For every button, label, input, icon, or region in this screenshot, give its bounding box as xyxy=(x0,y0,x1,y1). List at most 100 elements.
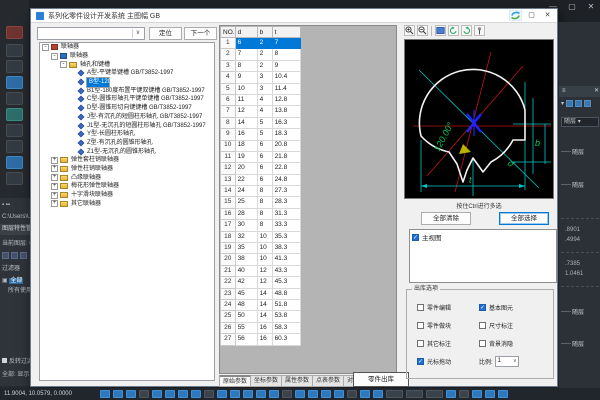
row-number-cell[interactable]: 20 xyxy=(221,254,236,265)
data-cell[interactable]: 42 xyxy=(235,277,257,288)
table-row[interactable]: 1525828.3 xyxy=(221,197,301,208)
preview-image-icon[interactable] xyxy=(435,25,446,36)
data-cell[interactable]: 9 xyxy=(272,60,300,71)
data-cell[interactable]: 8 xyxy=(257,220,272,231)
row-number-cell[interactable]: 13 xyxy=(221,174,236,185)
data-cell[interactable]: 22 xyxy=(235,174,257,185)
table-row[interactable]: 1322624.8 xyxy=(221,174,301,185)
data-cell[interactable]: 18 xyxy=(235,140,257,151)
export-part-button[interactable]: 零件出库 xyxy=(353,372,409,387)
data-cell[interactable]: 12 xyxy=(257,265,272,276)
status-toggle-button[interactable] xyxy=(498,390,508,398)
data-cell[interactable]: 16 xyxy=(235,129,257,140)
data-cell[interactable]: 13.8 xyxy=(272,106,300,117)
status-toggle-button[interactable] xyxy=(485,390,495,398)
row-number-cell[interactable]: 22 xyxy=(221,277,236,288)
status-toggle-button[interactable] xyxy=(360,390,370,398)
status-wide-button[interactable] xyxy=(426,390,443,398)
tool-icon[interactable] xyxy=(6,156,23,169)
tree-expand-toggle[interactable]: + xyxy=(51,174,58,181)
locate-button[interactable]: 定位 xyxy=(149,27,182,40)
set-current-icon[interactable] xyxy=(20,252,27,259)
status-toggle-button[interactable] xyxy=(243,390,253,398)
table-row[interactable]: 24481451.8 xyxy=(221,299,301,310)
chevron-down-icon[interactable]: ∨ xyxy=(132,29,143,38)
parameter-tab[interactable]: 点表参数 xyxy=(313,375,344,387)
data-cell[interactable]: 30 xyxy=(235,220,257,231)
data-cell[interactable]: 6 xyxy=(257,151,272,162)
status-toggle-button[interactable] xyxy=(113,390,123,398)
parameter-tab[interactable]: 坐标参数 xyxy=(251,375,282,387)
data-cell[interactable]: 35.3 xyxy=(272,231,300,242)
status-toggle-button[interactable] xyxy=(321,390,331,398)
tool-icon[interactable] xyxy=(6,76,23,89)
row-number-cell[interactable]: 6 xyxy=(221,94,236,105)
tree-expand-toggle[interactable]: - xyxy=(60,61,67,68)
status-toggle-button[interactable] xyxy=(334,390,344,398)
data-cell[interactable]: 3 xyxy=(257,83,272,94)
data-cell[interactable]: 2 xyxy=(257,38,272,49)
bylayer-row[interactable]: 随层 xyxy=(561,150,600,156)
data-cell[interactable]: 31.3 xyxy=(272,208,300,219)
tree-item[interactable]: -轴孔和键槽 xyxy=(40,60,214,69)
tool-icon[interactable] xyxy=(6,140,23,153)
row-number-cell[interactable]: 15 xyxy=(221,197,236,208)
data-cell[interactable]: 8 xyxy=(235,60,257,71)
row-number-cell[interactable]: 17 xyxy=(221,220,236,231)
row-number-cell[interactable]: 7 xyxy=(221,106,236,117)
data-cell[interactable]: 6 xyxy=(257,174,272,185)
data-cell[interactable]: 6 xyxy=(257,163,272,174)
checkbox-icon[interactable] xyxy=(417,340,424,347)
tree-item[interactable]: +凸缘联轴器 xyxy=(40,173,214,182)
table-row[interactable]: 22421245.3 xyxy=(221,277,301,288)
data-cell[interactable]: 10 xyxy=(257,243,272,254)
row-number-cell[interactable]: 1 xyxy=(221,38,236,49)
tree-item[interactable]: B型-120度布置平键双键槽 GB/T3852-1997 xyxy=(40,78,214,87)
status-toggle-button[interactable] xyxy=(178,390,188,398)
status-toggle-button[interactable] xyxy=(295,390,305,398)
data-cell[interactable]: 48.8 xyxy=(272,288,300,299)
data-cell[interactable]: 60.3 xyxy=(272,334,300,345)
select-all-button[interactable]: 全部选择 xyxy=(499,212,549,225)
tree-expand-toggle[interactable]: + xyxy=(51,165,58,172)
row-number-cell[interactable]: 25 xyxy=(221,311,236,322)
table-row[interactable]: 23451448.8 xyxy=(221,288,301,299)
tool-icon[interactable] xyxy=(6,124,23,137)
row-number-cell[interactable]: 19 xyxy=(221,243,236,254)
data-cell[interactable]: 21.8 xyxy=(272,151,300,162)
status-toggle-button[interactable] xyxy=(204,390,214,398)
data-cell[interactable]: 22.8 xyxy=(272,163,300,174)
status-toggle-button[interactable] xyxy=(100,390,110,398)
new-layer-icon[interactable] xyxy=(2,252,9,259)
status-toggle-button[interactable] xyxy=(256,390,266,398)
checkbox-icon[interactable] xyxy=(479,340,486,347)
tree-item[interactable]: -联轴器 xyxy=(40,52,214,61)
rotate-left-icon[interactable] xyxy=(448,25,459,36)
property-value[interactable]: .4994 xyxy=(565,237,580,243)
data-cell[interactable]: 38 xyxy=(235,254,257,265)
checkbox-icon[interactable]: ✓ xyxy=(479,304,486,311)
table-row[interactable]: 510311.4 xyxy=(221,83,301,94)
option-checkbox[interactable]: 尺寸标注 xyxy=(479,321,513,330)
data-cell[interactable]: 10 xyxy=(235,83,257,94)
data-cell[interactable]: 5 xyxy=(257,117,272,128)
table-column-header[interactable]: d xyxy=(235,27,257,38)
property-value[interactable]: .8901 xyxy=(565,227,580,233)
table-row[interactable]: 1627 xyxy=(221,38,301,49)
status-toggle-button[interactable] xyxy=(165,390,175,398)
tree-item[interactable]: +弹性柱销联轴器 xyxy=(40,165,214,174)
data-cell[interactable]: 24 xyxy=(235,186,257,197)
pick-add-icon[interactable] xyxy=(575,100,582,107)
property-value[interactable]: 1.0461 xyxy=(565,271,583,277)
row-number-cell[interactable]: 12 xyxy=(221,163,236,174)
property-value[interactable]: .7385 xyxy=(565,261,580,267)
data-cell[interactable]: 18.3 xyxy=(272,129,300,140)
data-cell[interactable]: 48 xyxy=(235,299,257,310)
data-cell[interactable]: 10 xyxy=(257,254,272,265)
status-wide-button[interactable] xyxy=(406,390,423,398)
status-toggle-button[interactable] xyxy=(347,390,357,398)
data-cell[interactable]: 14 xyxy=(235,117,257,128)
status-toggle-button[interactable] xyxy=(308,390,318,398)
data-cell[interactable]: 7 xyxy=(272,38,300,49)
status-toggle-button[interactable] xyxy=(191,390,201,398)
